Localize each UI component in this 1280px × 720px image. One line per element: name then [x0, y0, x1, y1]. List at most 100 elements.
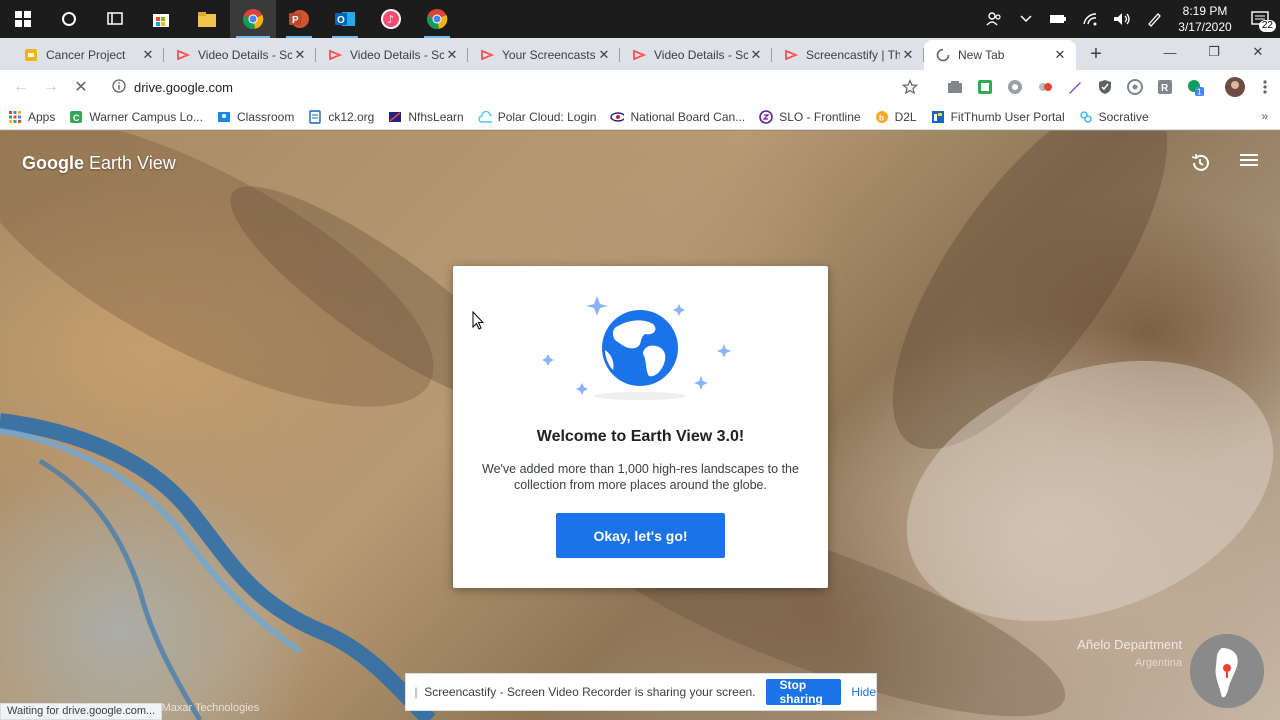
volume-icon[interactable]: [1106, 0, 1138, 38]
tab-video-details[interactable]: Video Details - Scr ✕: [620, 40, 772, 70]
bookmark-label: Apps: [28, 109, 56, 124]
bookmarks-overflow-button[interactable]: »: [1261, 109, 1268, 123]
tab-video-details[interactable]: Video Details - Scr ✕: [164, 40, 316, 70]
browser-toolbar: ← → ✕ drive.google.com R 1: [0, 70, 1280, 104]
close-tab-icon[interactable]: ✕: [292, 47, 308, 63]
new-tab-button[interactable]: +: [1082, 40, 1110, 68]
bookmark-label: FitThumb User Portal: [950, 109, 1065, 124]
clock-time: 8:19 PM: [1182, 4, 1228, 18]
menu-icon[interactable]: [1240, 153, 1258, 176]
history-icon[interactable]: [1190, 153, 1210, 176]
taskbar-clock[interactable]: 8:19 PM 3/17/2020: [1170, 3, 1240, 35]
close-tab-icon[interactable]: ✕: [748, 47, 764, 63]
close-tab-icon[interactable]: ✕: [444, 47, 460, 63]
nfhs-icon: [388, 110, 402, 124]
stop-sharing-button[interactable]: Stop sharing: [765, 678, 842, 706]
bookmark-label: Classroom: [236, 109, 295, 124]
tab-title: New Tab: [958, 48, 1005, 62]
tab-title: Your Screencasts -: [502, 48, 596, 62]
windows-start-icon[interactable]: [0, 0, 46, 38]
people-icon[interactable]: [978, 0, 1010, 38]
bookmark-national-board[interactable]: National Board Can...: [610, 110, 745, 124]
extension-icon[interactable]: R: [1150, 72, 1180, 102]
location-label[interactable]: Añelo Department Argentina: [1077, 636, 1182, 672]
extension-icon[interactable]: [940, 72, 970, 102]
bookmark-slo-frontline[interactable]: SLO - Frontline: [759, 109, 861, 124]
forward-arrow-icon[interactable]: →: [36, 72, 66, 102]
bookmark-label: Warner Campus Lo...: [89, 109, 203, 124]
screencastify-extension-icon[interactable]: [1030, 72, 1060, 102]
svg-text:b: b: [879, 113, 884, 122]
outlook-icon[interactable]: O: [322, 0, 368, 38]
extension-icon[interactable]: [1120, 72, 1150, 102]
bookmark-d2l[interactable]: b D2L: [875, 110, 917, 124]
restore-icon[interactable]: ❐: [1192, 38, 1236, 66]
bookmark-classroom[interactable]: Classroom: [217, 110, 294, 124]
earth-view-logo[interactable]: Google Earth View: [22, 153, 176, 174]
hide-sharing-bar-button[interactable]: Hide: [851, 685, 876, 699]
svg-text:1: 1: [1197, 88, 1202, 97]
extension-icon[interactable]: [970, 72, 1000, 102]
tab-title: Video Details - Scr: [350, 48, 444, 62]
tab-new-tab[interactable]: New Tab ✕: [924, 40, 1076, 70]
extensions-row: R 1: [940, 70, 1280, 104]
bookmark-fitthumb[interactable]: FitThumb User Portal: [931, 110, 1065, 124]
chrome-secondary-icon[interactable]: [414, 0, 460, 38]
close-tab-icon[interactable]: ✕: [900, 47, 916, 63]
location-globe-icon[interactable]: [1190, 634, 1264, 708]
more-vert-icon[interactable]: [1250, 72, 1280, 102]
bookmark-socrative[interactable]: Socrative: [1079, 110, 1149, 124]
drag-handle-icon[interactable]: ||: [414, 685, 418, 699]
system-tray: 8:19 PM 3/17/2020 22: [978, 0, 1280, 38]
frontline-icon: [759, 109, 774, 124]
task-view-icon[interactable]: [92, 0, 138, 38]
battery-icon[interactable]: [1042, 0, 1074, 38]
avatar[interactable]: [1220, 72, 1250, 102]
itunes-icon[interactable]: ♪: [368, 0, 414, 38]
extension-icon[interactable]: [1000, 72, 1030, 102]
chrome-icon[interactable]: [230, 0, 276, 38]
nbpts-icon: [610, 110, 625, 124]
bookmark-label: SLO - Frontline: [779, 109, 861, 124]
back-arrow-icon[interactable]: ←: [6, 72, 36, 102]
action-center-icon[interactable]: 22: [1240, 0, 1280, 38]
cortana-search-icon[interactable]: [46, 0, 92, 38]
address-bar[interactable]: drive.google.com: [104, 73, 928, 101]
chevron-up-icon[interactable]: [1010, 0, 1042, 38]
extension-icon[interactable]: 1: [1180, 72, 1210, 102]
browser-tab-strip: Cancer Project ✕ Video Details - Scr ✕ V…: [0, 38, 1280, 70]
minimize-icon[interactable]: —: [1148, 38, 1192, 66]
info-icon[interactable]: [112, 78, 126, 96]
microsoft-store-icon[interactable]: [138, 0, 184, 38]
close-tab-icon[interactable]: ✕: [140, 47, 156, 63]
tab-screencastify[interactable]: Screencastify | The ✕: [772, 40, 924, 70]
wifi-icon[interactable]: [1074, 0, 1106, 38]
screen-sharing-bar: || Screencastify - Screen Video Recorder…: [405, 673, 877, 711]
tab-your-screencasts[interactable]: Your Screencasts - ✕: [468, 40, 620, 70]
cloud-icon: [478, 110, 492, 124]
url-text: drive.google.com: [134, 79, 233, 95]
powerpoint-icon[interactable]: P: [276, 0, 322, 38]
close-tab-icon[interactable]: ✕: [596, 47, 612, 63]
tab-cancer-project[interactable]: Cancer Project ✕: [12, 40, 164, 70]
tab-title: Screencastify | The: [806, 48, 900, 62]
stop-loading-icon[interactable]: ✕: [66, 72, 96, 102]
okay-lets-go-button[interactable]: Okay, let's go!: [556, 513, 725, 558]
bookmark-ck12[interactable]: ck12.org: [308, 110, 374, 124]
pen-icon[interactable]: [1138, 0, 1170, 38]
bookmark-warner-campus[interactable]: C Warner Campus Lo...: [69, 110, 203, 124]
bookmark-label: NfhsLearn: [408, 109, 464, 124]
tab-title: Video Details - Scr: [654, 48, 748, 62]
bookmark-star-icon[interactable]: [901, 78, 919, 98]
close-tab-icon[interactable]: ✕: [1052, 47, 1068, 63]
bookmark-apps[interactable]: Apps: [8, 110, 55, 124]
bookmark-polar-cloud[interactable]: Polar Cloud: Login: [478, 110, 596, 124]
close-window-icon[interactable]: ✕: [1236, 38, 1280, 66]
tab-video-details[interactable]: Video Details - Scr ✕: [316, 40, 468, 70]
shield-icon[interactable]: [1090, 72, 1120, 102]
pen-extension-icon[interactable]: [1060, 72, 1090, 102]
bookmark-icon: C: [69, 110, 83, 124]
file-explorer-icon[interactable]: [184, 0, 230, 38]
svg-text:P: P: [292, 15, 299, 26]
bookmark-nfhslearn[interactable]: NfhsLearn: [388, 109, 464, 124]
